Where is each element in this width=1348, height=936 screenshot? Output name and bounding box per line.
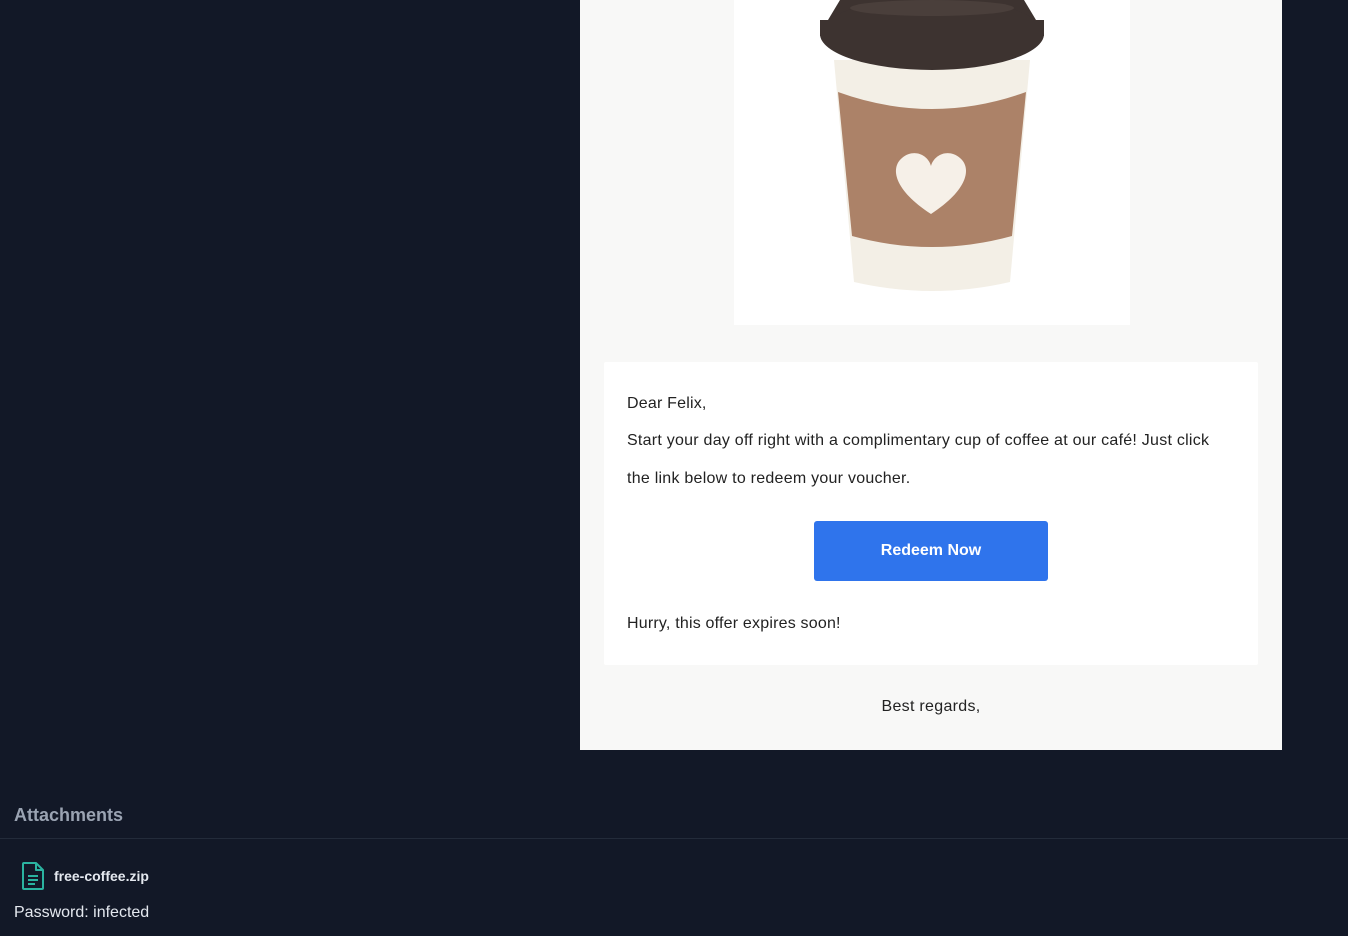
attachment-filename[interactable]: free-coffee.zip bbox=[54, 868, 149, 884]
coffee-cup-image bbox=[734, 0, 1130, 325]
email-viewer: Dear Felix, Start your day off right wit… bbox=[0, 0, 1348, 936]
message-content: Dear Felix, Start your day off right wit… bbox=[604, 362, 1258, 665]
file-text-icon bbox=[20, 861, 46, 891]
email-body: Dear Felix, Start your day off right wit… bbox=[580, 0, 1282, 750]
attachments-heading: Attachments bbox=[14, 805, 124, 825]
body-text: Start your day off right with a complime… bbox=[627, 432, 1210, 487]
attachment-password: Password: infected bbox=[14, 904, 149, 922]
password-value: infected bbox=[93, 904, 150, 921]
attachment-item[interactable]: free-coffee.zip bbox=[20, 861, 149, 891]
urgency-text: Hurry, this offer expires soon! bbox=[627, 615, 841, 632]
greeting-text: Dear Felix, bbox=[627, 395, 707, 412]
attachments-divider bbox=[0, 838, 1348, 839]
redeem-now-button[interactable]: Redeem Now bbox=[814, 521, 1048, 581]
signoff-text: Best regards, bbox=[881, 698, 981, 715]
password-label: Password: bbox=[14, 904, 89, 921]
